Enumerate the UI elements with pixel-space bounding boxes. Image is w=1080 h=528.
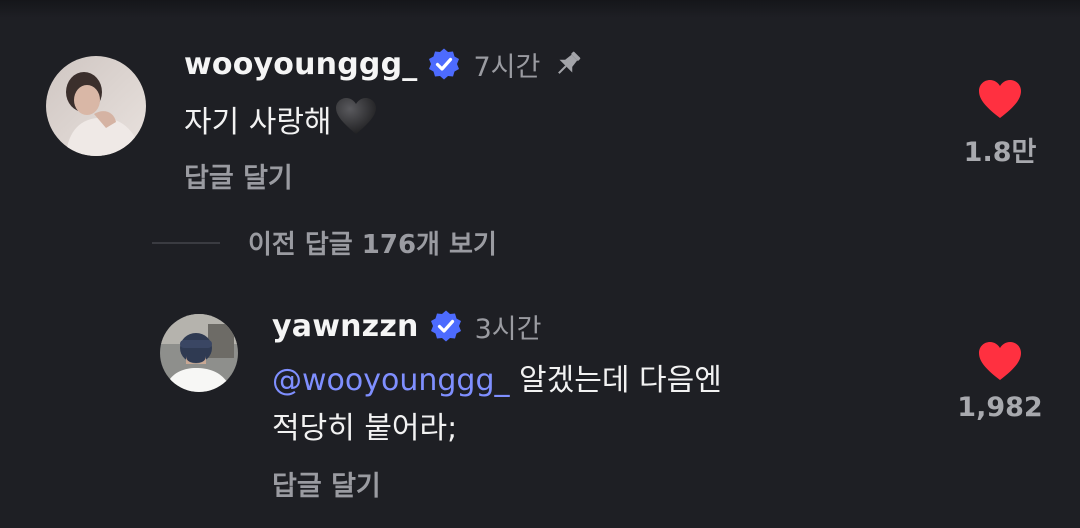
timestamp: 7시간 [473, 51, 541, 83]
reply-text: @wooyounggg_ 알겠는데 다음엔 [272, 360, 722, 402]
reply-button[interactable]: 답글 달기 [184, 156, 293, 195]
top-edge-shadow [0, 0, 1080, 18]
heart-icon[interactable] [977, 78, 1023, 120]
like-group: 1.8만 [950, 78, 1050, 169]
comment-text: 자기 사랑해 [184, 96, 378, 148]
avatar[interactable] [46, 56, 146, 156]
mention-link[interactable]: @wooyounggg_ [272, 363, 510, 398]
like-count: 1,982 [957, 392, 1043, 423]
comment-header: wooyounggg_ 7시간 [184, 44, 584, 84]
black-heart-icon [334, 96, 378, 148]
verified-badge-icon [427, 47, 461, 81]
view-previous-replies-label: 이전 답글 176개 보기 [248, 230, 497, 260]
comment-text-body: 자기 사랑해 [184, 105, 332, 140]
username[interactable]: yawnzzn [272, 309, 419, 344]
reply-text-continued: 적당히 붙어라; [272, 408, 457, 450]
heart-icon[interactable] [977, 340, 1023, 382]
pin-icon [552, 48, 584, 80]
reply-text-line2: 적당히 붙어라; [272, 411, 458, 446]
timestamp: 3시간 [474, 313, 542, 345]
like-count: 1.8만 [963, 137, 1037, 168]
verified-badge-icon [429, 309, 463, 343]
reply-button[interactable]: 답글 달기 [272, 464, 381, 503]
view-previous-replies-button[interactable]: 이전 답글 176개 보기 [152, 224, 497, 261]
username[interactable]: wooyounggg_ [184, 47, 417, 82]
thread-divider [152, 241, 220, 244]
like-group: 1,982 [950, 340, 1050, 423]
reply-text-line1: 알겠는데 다음엔 [509, 363, 722, 398]
reply-header: yawnzzn 3시간 [272, 306, 541, 346]
avatar[interactable] [160, 314, 238, 392]
